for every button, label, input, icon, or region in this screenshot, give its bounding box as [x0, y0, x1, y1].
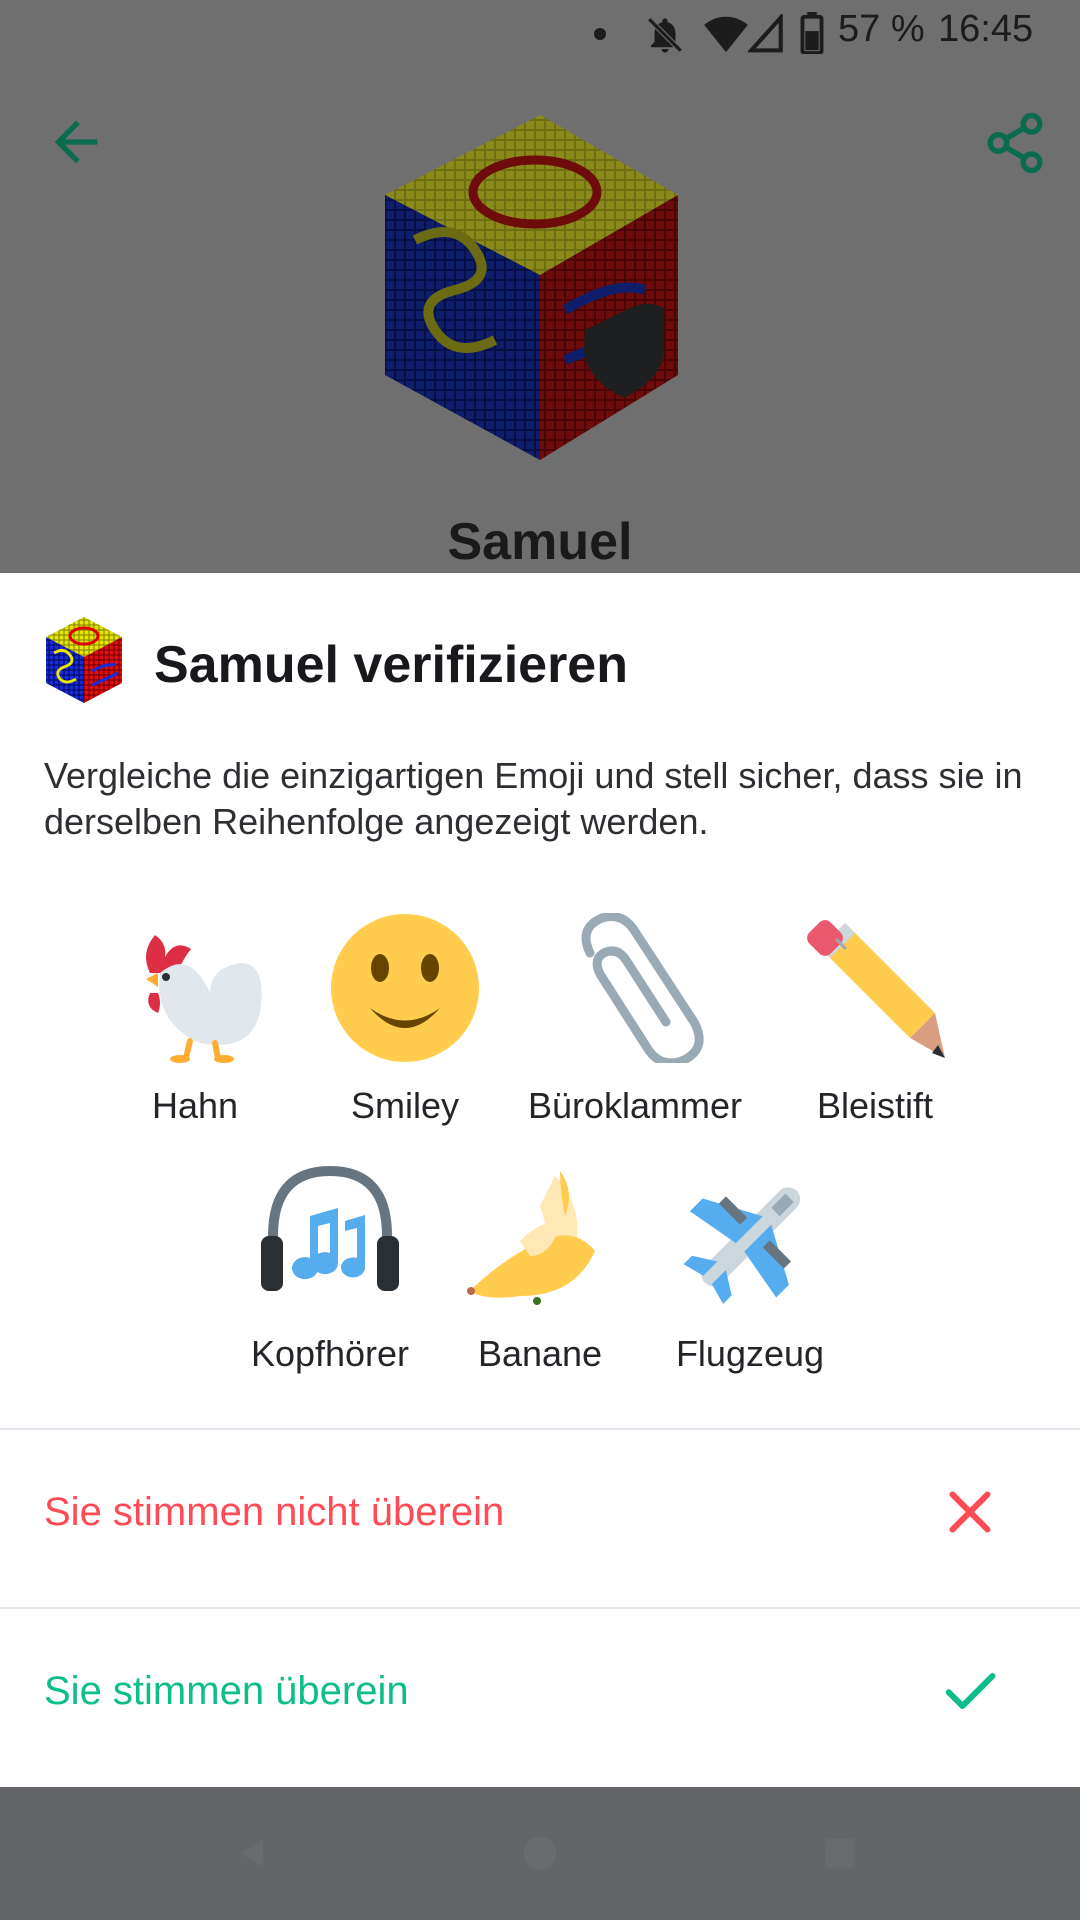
- signal-icon: [746, 12, 784, 64]
- emoji-label: Bleistift: [816, 1085, 934, 1126]
- airplane-icon: [683, 1187, 801, 1304]
- mismatch-button[interactable]: Sie stimmen nicht überein: [0, 1430, 1080, 1606]
- emoji-label: Hahn: [151, 1085, 239, 1126]
- battery-icon: [800, 12, 824, 64]
- emoji-item: Hahn: [90, 913, 300, 1127]
- paperclip-icon: [581, 913, 704, 1063]
- nav-home-icon[interactable]: [518, 1831, 562, 1875]
- pencil-icon: [807, 920, 945, 1058]
- emoji-item: Büroklammer: [510, 913, 760, 1127]
- wifi-icon: [704, 14, 748, 64]
- emoji-label: Flugzeug: [675, 1333, 825, 1374]
- emoji-row: Kopfhörer Banane Flugzeug: [0, 1161, 1080, 1375]
- sheet-header: Samuel verifizieren: [44, 615, 1044, 711]
- notifications-off-icon: [644, 14, 686, 66]
- emoji-item: Flugzeug: [645, 1161, 855, 1375]
- battery-percent: 57 %: [838, 8, 925, 50]
- nav-back-icon[interactable]: [230, 1831, 274, 1875]
- status-bar: 57 % 16:45: [0, 0, 1080, 66]
- share-icon: [987, 112, 1043, 174]
- sheet-description: Vergleiche die einzigartigen Emoji und s…: [44, 755, 1023, 842]
- mismatch-label: Sie stimmen nicht überein: [44, 1490, 505, 1534]
- emoji-label: Kopfhörer: [250, 1333, 410, 1374]
- emoji-item: Smiley: [300, 913, 510, 1127]
- profile-background: 57 % 16:45 Samuel: [0, 0, 1080, 573]
- share-button[interactable]: [982, 108, 1048, 178]
- navigation-bar: [0, 1787, 1080, 1920]
- emoji-label: Büroklammer: [527, 1085, 743, 1126]
- banana-icon: [467, 1171, 595, 1305]
- emoji-label: Banane: [477, 1333, 603, 1374]
- avatar: [44, 615, 126, 705]
- back-button[interactable]: [44, 110, 108, 174]
- headphones-icon: [261, 1165, 399, 1291]
- smiley-icon: [331, 914, 479, 1062]
- rooster-icon: [146, 935, 262, 1063]
- emoji-item: Kopfhörer: [225, 1161, 435, 1375]
- match-label: Sie stimmen überein: [44, 1669, 409, 1713]
- nav-recents-icon[interactable]: [818, 1831, 862, 1875]
- emoji-item: Bleistift: [760, 913, 990, 1127]
- emoji-label: Smiley: [350, 1085, 460, 1126]
- verification-sheet: Samuel verifizieren Vergleiche die einzi…: [0, 573, 1080, 1787]
- avatar: [385, 110, 715, 460]
- dot-icon: [592, 12, 608, 62]
- close-icon: [949, 1491, 991, 1533]
- match-button[interactable]: Sie stimmen überein: [0, 1609, 1080, 1785]
- emoji-item: Banane: [435, 1161, 645, 1375]
- check-icon: [945, 1673, 996, 1709]
- sheet-title: Samuel verifizieren: [154, 636, 628, 694]
- clock: 16:45: [938, 8, 1034, 50]
- profile-name: Samuel: [447, 513, 633, 571]
- arrow-left-icon: [54, 120, 98, 164]
- emoji-row: Hahn Smiley Büroklammer Bleistift: [0, 913, 1080, 1127]
